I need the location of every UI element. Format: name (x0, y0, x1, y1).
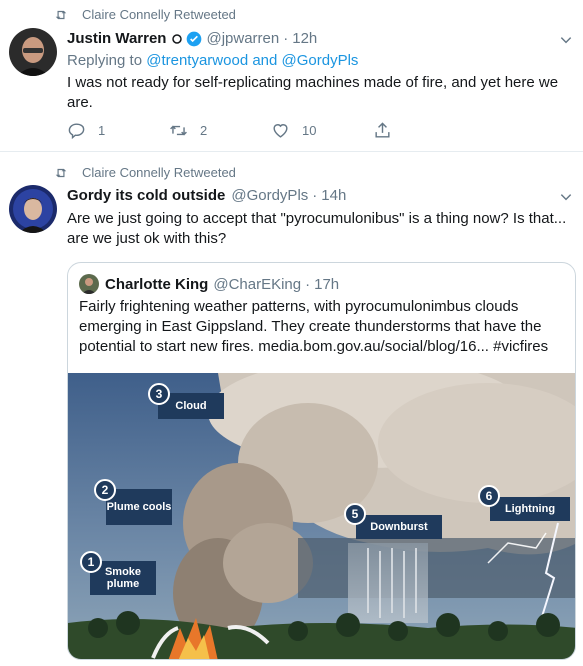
retweeted-by-text: Claire Connelly Retweeted (82, 165, 236, 180)
pyrocumulonimbus-diagram-image[interactable]: Smoke plume 1 Plume cools 2 Cloud 3 Down… (68, 373, 575, 659)
tweet-header: Gordy its cold outside @GordyPls · 14h (67, 187, 346, 204)
retweet-context: Claire Connelly Retweeted (54, 165, 236, 180)
verified-badge-icon (187, 31, 202, 46)
reply-icon (68, 123, 85, 140)
label-downburst: Downburst (356, 515, 442, 539)
quoted-tweet-header: Charlotte King @CharEKing · 17h (79, 274, 339, 294)
label-lightning: Lightning (490, 497, 570, 521)
retweet-icon (170, 125, 187, 136)
quoted-author-handle: @CharEKing (213, 275, 302, 293)
avatar[interactable] (9, 28, 57, 76)
lock-circle-icon (172, 33, 183, 44)
tweet-gordy[interactable]: Claire Connelly Retweeted Gordy its cold… (0, 153, 583, 666)
like-count: 10 (302, 123, 317, 138)
tweet-text: Are we just going to accept that "pyrocu… (67, 210, 567, 247)
tweet-text: I was not ready for self-replicating mac… (67, 74, 559, 111)
author-name[interactable]: Justin Warren (67, 30, 166, 47)
retweet-icon (55, 168, 67, 177)
author-name[interactable]: Gordy its cold outside (67, 187, 225, 204)
retweet-context: Claire Connelly Retweeted (54, 7, 236, 22)
heart-icon (273, 124, 288, 138)
step-badge-5: 5 (344, 503, 366, 525)
tweet-time[interactable]: 12h (292, 30, 317, 47)
tweet-time[interactable]: 14h (321, 187, 346, 204)
replying-users-link[interactable]: @trentyarwood and @GordyPls (146, 52, 358, 69)
author-handle[interactable]: @GordyPls (231, 187, 308, 204)
chevron-down-icon[interactable] (559, 190, 573, 204)
share-icon (375, 122, 390, 138)
reply-count: 1 (98, 123, 106, 138)
author-handle[interactable]: @jpwarren (206, 30, 279, 47)
quoted-author-name: Charlotte King (105, 275, 209, 293)
separator-dot: · (312, 187, 318, 204)
retweet-icon (55, 10, 67, 19)
reply-button[interactable]: 1 (67, 121, 169, 140)
replying-to: Replying to @trentyarwood and @GordyPls (67, 52, 358, 69)
tweet-header: Justin Warren @jpwarren · 12h (67, 30, 317, 47)
quoted-tweet[interactable]: Charlotte King @CharEKing · 17h Fairly f… (67, 262, 576, 660)
avatar[interactable] (9, 185, 57, 233)
tweet-justin-warren[interactable]: Claire Connelly Retweeted Justin Warren … (0, 0, 583, 152)
quoted-tweet-time: 17h (314, 275, 340, 293)
retweet-count: 2 (200, 123, 208, 138)
tweet-actions: 1 2 10 (67, 121, 507, 140)
separator-dot: · (305, 275, 311, 293)
share-button[interactable] (373, 121, 475, 140)
step-badge-6: 6 (478, 485, 500, 507)
separator-dot: · (283, 30, 289, 47)
step-badge-2: 2 (94, 479, 116, 501)
label-plume-cools: Plume cools (106, 489, 172, 525)
step-badge-3: 3 (148, 383, 170, 405)
retweeted-by-text: Claire Connelly Retweeted (82, 7, 236, 22)
like-button[interactable]: 10 (271, 121, 373, 140)
quoted-tweet-text: Fairly frightening weather patterns, wit… (79, 298, 549, 355)
step-badge-1: 1 (80, 551, 102, 573)
replying-prefix: Replying to (67, 52, 143, 69)
quoted-avatar (79, 274, 99, 294)
chevron-down-icon[interactable] (559, 33, 573, 47)
retweet-button[interactable]: 2 (169, 121, 271, 140)
